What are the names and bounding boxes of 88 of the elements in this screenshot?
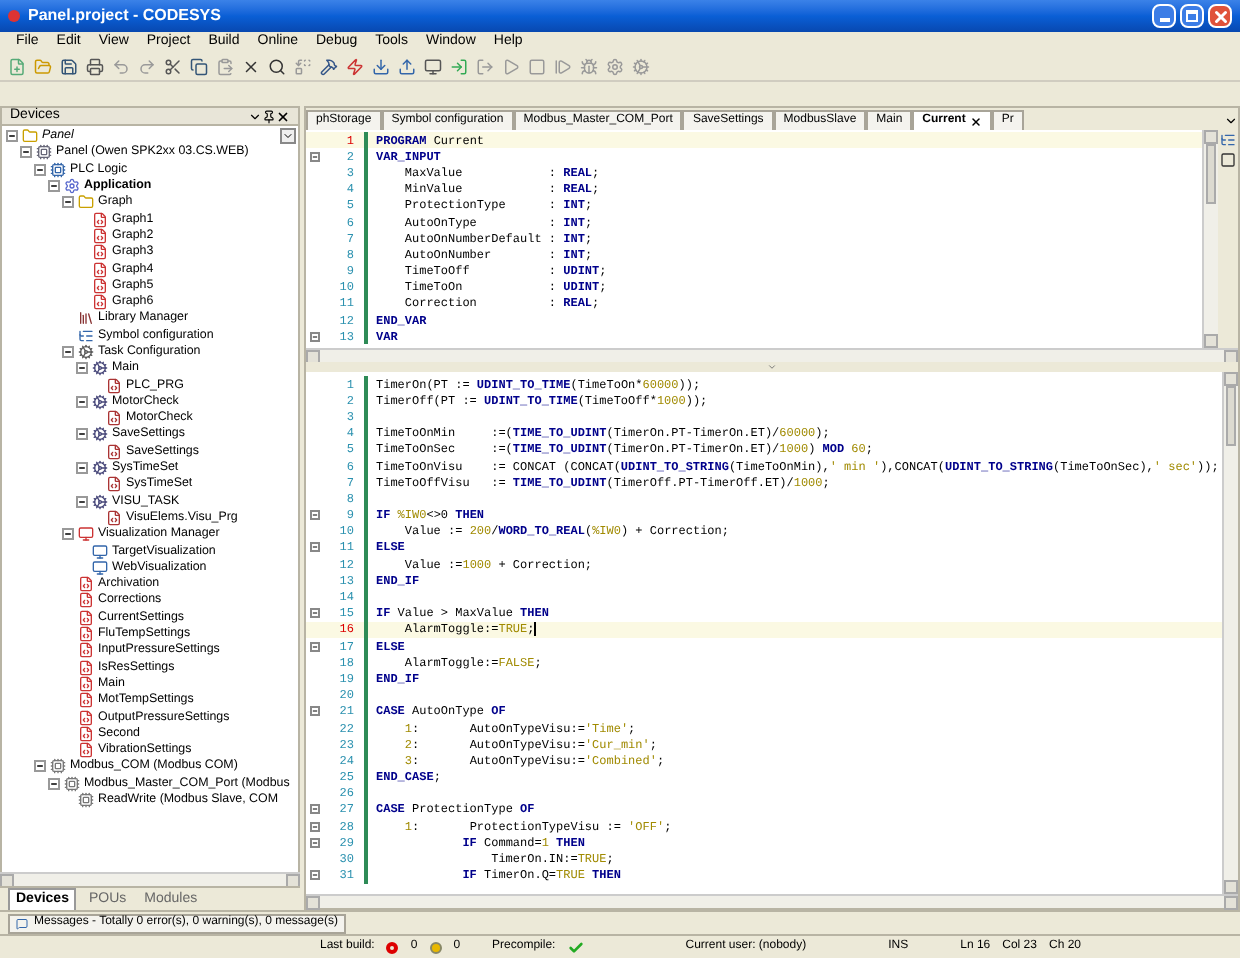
collapse-icon[interactable] <box>76 362 88 375</box>
cut-icon[interactable] <box>164 58 182 76</box>
fold-icon[interactable] <box>309 542 319 553</box>
copy-icon[interactable] <box>190 58 208 76</box>
gears-icon <box>78 344 94 360</box>
list-view-icon[interactable] <box>1220 132 1236 148</box>
fold-icon[interactable] <box>309 331 319 342</box>
fold-icon[interactable] <box>309 151 319 162</box>
fold-icon[interactable] <box>309 706 319 717</box>
settings-icon[interactable] <box>606 58 624 76</box>
collapse-icon[interactable] <box>20 146 32 159</box>
play-icon[interactable] <box>502 58 520 76</box>
vertical-scrollbar[interactable] <box>1222 372 1238 894</box>
upload-icon[interactable] <box>398 58 416 76</box>
save-icon[interactable] <box>60 58 78 76</box>
vertical-scrollbar[interactable] <box>1202 130 1218 348</box>
collapse-icon[interactable] <box>48 777 60 790</box>
lightning-icon[interactable] <box>346 58 364 76</box>
gear-icon <box>92 426 108 443</box>
collapse-icon[interactable] <box>34 760 46 773</box>
bug-icon[interactable] <box>580 58 598 76</box>
step-icon[interactable] <box>554 58 572 76</box>
collapse-icon[interactable] <box>62 196 74 209</box>
messages-icon <box>16 917 28 929</box>
collapse-icon[interactable] <box>76 395 88 408</box>
gear-icon <box>92 460 108 477</box>
project-icon <box>22 128 38 145</box>
search-icon[interactable] <box>268 58 286 76</box>
warning-icon <box>429 941 442 953</box>
download-icon[interactable] <box>372 58 390 76</box>
maximize-button[interactable] <box>1180 4 1204 28</box>
undo-icon[interactable] <box>112 58 130 76</box>
minimize-button[interactable] <box>1152 4 1176 28</box>
gear-icon <box>92 360 108 377</box>
gear-icon[interactable] <box>632 58 650 76</box>
close-icon[interactable] <box>969 115 982 127</box>
replace-icon[interactable] <box>294 58 312 76</box>
window-title: Panel.project - CODESYS <box>28 4 221 28</box>
fold-icon[interactable] <box>309 510 319 521</box>
fold-icon[interactable] <box>309 641 319 652</box>
scroll-thumb[interactable] <box>1206 144 1216 204</box>
document-icon <box>106 476 122 493</box>
app-icon <box>8 10 20 22</box>
stop-icon[interactable] <box>528 58 546 76</box>
fold-icon[interactable] <box>309 821 319 832</box>
logout-icon[interactable] <box>476 58 494 76</box>
document-icon <box>106 509 122 526</box>
chip-icon <box>50 161 66 178</box>
collapse-icon[interactable] <box>6 130 18 143</box>
fold-icon[interactable] <box>309 870 319 881</box>
document-icon <box>106 410 122 427</box>
gear-icon <box>92 393 108 410</box>
fold-icon[interactable] <box>309 608 319 619</box>
document-icon <box>106 443 122 460</box>
collapse-icon[interactable] <box>76 462 88 475</box>
error-icon <box>386 941 399 953</box>
splitter-arrows-icon[interactable] <box>764 362 780 372</box>
build-icon[interactable] <box>320 58 338 76</box>
fold-icon[interactable] <box>309 804 319 815</box>
print-icon[interactable] <box>86 58 104 76</box>
new-file-icon[interactable] <box>8 58 26 76</box>
fold-icon[interactable] <box>309 837 319 848</box>
paste-icon[interactable] <box>216 58 234 76</box>
open-folder-icon[interactable] <box>34 58 52 76</box>
delete-icon[interactable] <box>242 58 260 76</box>
gear-icon <box>64 178 80 195</box>
text-caret <box>534 622 537 637</box>
dropdown-icon[interactable] <box>248 109 262 123</box>
books-icon <box>78 310 94 327</box>
collapse-icon[interactable] <box>62 346 74 358</box>
pin-icon[interactable] <box>262 109 276 123</box>
collapse-icon[interactable] <box>34 163 46 176</box>
redo-icon[interactable] <box>138 58 156 76</box>
collapse-icon[interactable] <box>62 528 74 541</box>
document-icon <box>106 377 122 394</box>
symbols-icon <box>78 327 94 344</box>
text-view-icon[interactable] <box>1220 152 1236 168</box>
collapse-icon[interactable] <box>76 495 88 508</box>
tab-list-icon[interactable] <box>1224 114 1238 128</box>
monitor-icon[interactable] <box>424 58 442 76</box>
device-icon <box>36 144 52 161</box>
login-icon[interactable] <box>450 58 468 76</box>
close-icon[interactable] <box>276 109 290 123</box>
folder-icon <box>78 194 94 211</box>
collapse-icon[interactable] <box>76 428 88 441</box>
collapse-icon[interactable] <box>48 180 60 193</box>
gear-icon <box>92 493 108 510</box>
scroll-thumb[interactable] <box>1226 386 1236 446</box>
